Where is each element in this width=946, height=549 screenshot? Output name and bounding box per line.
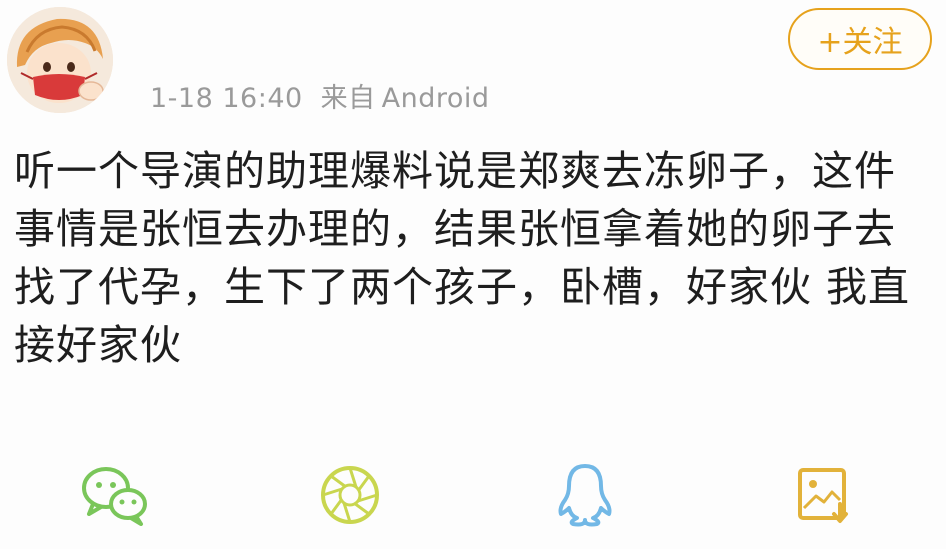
follow-button[interactable]: +关注 [788, 8, 932, 70]
share-moments-button[interactable] [310, 455, 390, 535]
moments-icon [321, 466, 379, 524]
wechat-icon [82, 467, 147, 526]
source-device: Android [381, 83, 490, 114]
save-image-icon [798, 468, 848, 523]
avatar[interactable] [7, 7, 113, 113]
follow-button-label: +关注 [817, 25, 903, 60]
post-text: 听一个导演的助理爆料说是郑爽去冻卵子，这件事情是张恒去办理的，结果张恒拿着她的卵… [14, 147, 911, 369]
avatar-image [7, 7, 113, 113]
weibo-post: 1-18 16:40 来自 Android +关注 听一个导演的助理爆料说是郑爽去冻… [0, 0, 946, 549]
qq-icon [558, 464, 612, 527]
share-wechat-button[interactable] [74, 455, 154, 535]
share-bar [0, 455, 946, 545]
post-meta: 1-18 16:40 来自 Android [150, 76, 490, 115]
save-image-button[interactable] [784, 455, 864, 535]
share-qq-button[interactable] [545, 455, 625, 535]
timestamp: 1-18 16:40 [150, 83, 303, 114]
source-label: 来自 [320, 83, 376, 114]
